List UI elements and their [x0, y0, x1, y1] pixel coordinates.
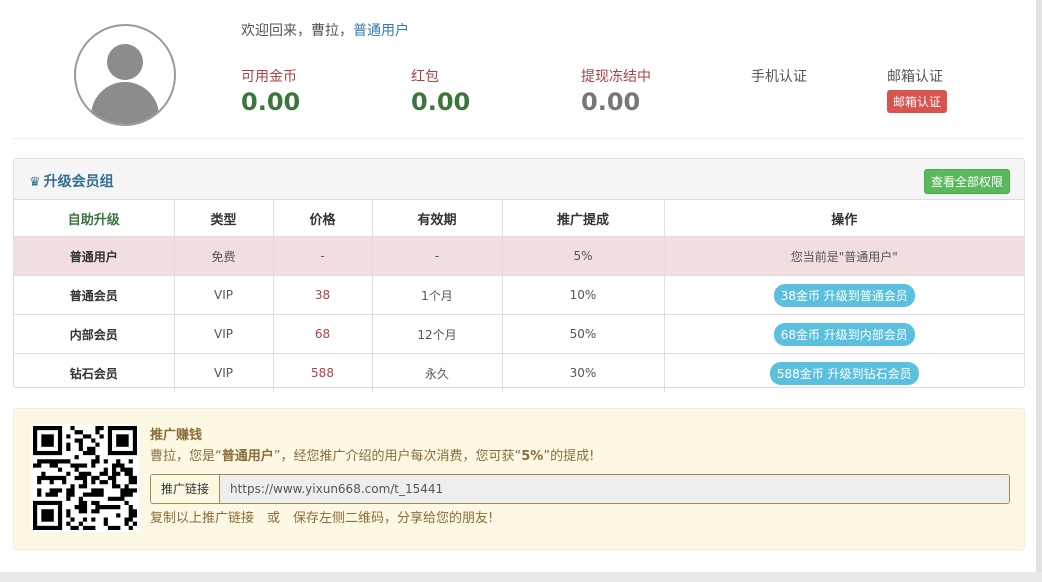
divider [13, 138, 1024, 139]
user-center-page: 欢迎回来，曹拉，普通用户 可用金币 0.00 红包 0.00 提现冻结中 0.0… [0, 0, 1036, 572]
membership-table: 自助升级 类型 价格 有效期 推广提成 操作 普通用户 免费 - - 5% 您当… [14, 200, 1024, 392]
table-row: 内部会员 VIP 68 12个月 50% 68金币 升级到内部会员 [14, 314, 1024, 354]
desc-text: 曹拉，您是“ [150, 449, 222, 464]
row-commission: 30% [502, 353, 665, 392]
row-price: - [273, 236, 373, 276]
welcome-message: 欢迎回来，曹拉，普通用户 [241, 20, 409, 40]
row-action-cell: 68金币 升级到内部会员 [664, 314, 1024, 354]
row-name: 内部会员 [14, 314, 175, 354]
email-verify: 邮箱认证 邮箱认证 [887, 66, 948, 113]
upgrade-panel: ♛ 升级会员组 查看全部权限 自助升级 类型 价格 有效期 推广提成 操作 普通用… [13, 158, 1025, 392]
row-current-status: 您当前是"普通用户" [664, 236, 1024, 276]
promo-link-input[interactable] [220, 475, 1009, 503]
column-header: 价格 [273, 200, 373, 237]
row-type: VIP [174, 275, 274, 315]
desc-rate: 5% [521, 449, 544, 464]
qr-code-icon[interactable] [31, 424, 139, 532]
row-period: 永久 [372, 353, 503, 392]
avatar[interactable] [74, 24, 176, 126]
row-commission: 10% [502, 275, 665, 315]
promo-link-group: 推广链接 [150, 474, 1010, 504]
column-header: 类型 [174, 200, 274, 237]
view-all-permissions-button[interactable]: 查看全部权限 [923, 169, 1010, 194]
promotion-description: 曹拉，您是“普通用户”，经您推广介绍的用户每次消费，您可获“5%”的提成! [150, 445, 594, 464]
row-price: 68 [273, 314, 373, 354]
row-action-cell: 38金币 升级到普通会员 [664, 275, 1024, 315]
row-price: 38 [273, 275, 373, 315]
welcome-prefix: 欢迎回来，曹拉， [241, 23, 353, 39]
stat-redpacket: 红包 0.00 [411, 66, 470, 116]
crown-icon: ♛ [29, 175, 41, 190]
qr-code-graphic [33, 426, 137, 530]
promotion-tip: 复制以上推广链接 或 保存左侧二维码，分享给您的朋友! [150, 511, 494, 526]
desc-text: ”，经您推广介绍的用户每次消费，您可获“ [273, 449, 522, 464]
row-name: 普通会员 [14, 275, 175, 315]
stat-frozen-label: 提现冻结中 [581, 69, 651, 85]
column-header: 自助升级 [14, 200, 175, 237]
row-period: 12个月 [372, 314, 503, 354]
row-commission: 5% [502, 236, 665, 276]
row-type: VIP [174, 314, 274, 354]
upgrade-panel-header: ♛ 升级会员组 查看全部权限 [14, 159, 1024, 200]
promotion-title: 推广赚钱 [150, 428, 203, 443]
stat-redpacket-label: 红包 [411, 69, 439, 85]
promotion-panel: 推广赚钱 曹拉，您是“普通用户”，经您推广介绍的用户每次消费，您可获“5%”的提… [13, 408, 1025, 550]
email-verify-badge[interactable]: 邮箱认证 [887, 90, 948, 113]
upgrade-button-normal-member[interactable]: 38金币 升级到普通会员 [773, 283, 915, 307]
table-header-row: 自助升级 类型 价格 有效期 推广提成 操作 [14, 200, 1024, 237]
table-row: 普通用户 免费 - - 5% 您当前是"普通用户" [14, 236, 1024, 276]
desc-text: ”的提成! [543, 449, 595, 464]
row-type: VIP [174, 353, 274, 392]
desc-role: 普通用户 [221, 449, 274, 464]
stat-coins-label: 可用金币 [241, 69, 297, 85]
user-role-link[interactable]: 普通用户 [353, 23, 409, 39]
phone-verify-label: 手机认证 [751, 69, 807, 85]
row-action-cell: 588金币 升级到钻石会员 [664, 354, 1024, 393]
row-period: 1个月 [372, 275, 503, 315]
promo-link-label: 推广链接 [151, 475, 220, 503]
upgrade-panel-title: ♛ 升级会员组 [29, 171, 114, 191]
row-period: - [372, 236, 503, 276]
stat-frozen-value: 0.00 [581, 88, 641, 116]
table-row: 钻石会员 VIP 588 永久 30% 588金币 升级到钻石会员 [14, 353, 1024, 393]
row-commission: 50% [502, 314, 665, 354]
stat-coins: 可用金币 0.00 [241, 66, 300, 116]
row-type: 免费 [174, 236, 274, 276]
stat-frozen: 提现冻结中 0.00 [581, 66, 651, 116]
column-header: 推广提成 [502, 200, 665, 237]
upgrade-panel-title-text: 升级会员组 [43, 174, 114, 190]
column-header: 有效期 [372, 200, 503, 237]
column-header: 操作 [664, 200, 1024, 237]
upgrade-button-internal-member[interactable]: 68金币 升级到内部会员 [773, 322, 915, 346]
row-name: 普通用户 [14, 236, 175, 276]
row-price: 588 [273, 353, 373, 392]
row-name: 钻石会员 [14, 353, 175, 392]
user-silhouette-icon [91, 44, 159, 124]
stat-coins-value: 0.00 [241, 88, 301, 116]
stat-redpacket-value: 0.00 [411, 88, 471, 116]
email-verify-label: 邮箱认证 [887, 69, 943, 85]
phone-verify: 手机认证 [751, 66, 807, 86]
page-shadow [1036, 0, 1042, 572]
table-row: 普通会员 VIP 38 1个月 10% 38金币 升级到普通会员 [14, 275, 1024, 315]
upgrade-button-diamond-member[interactable]: 588金币 升级到钻石会员 [769, 361, 919, 385]
